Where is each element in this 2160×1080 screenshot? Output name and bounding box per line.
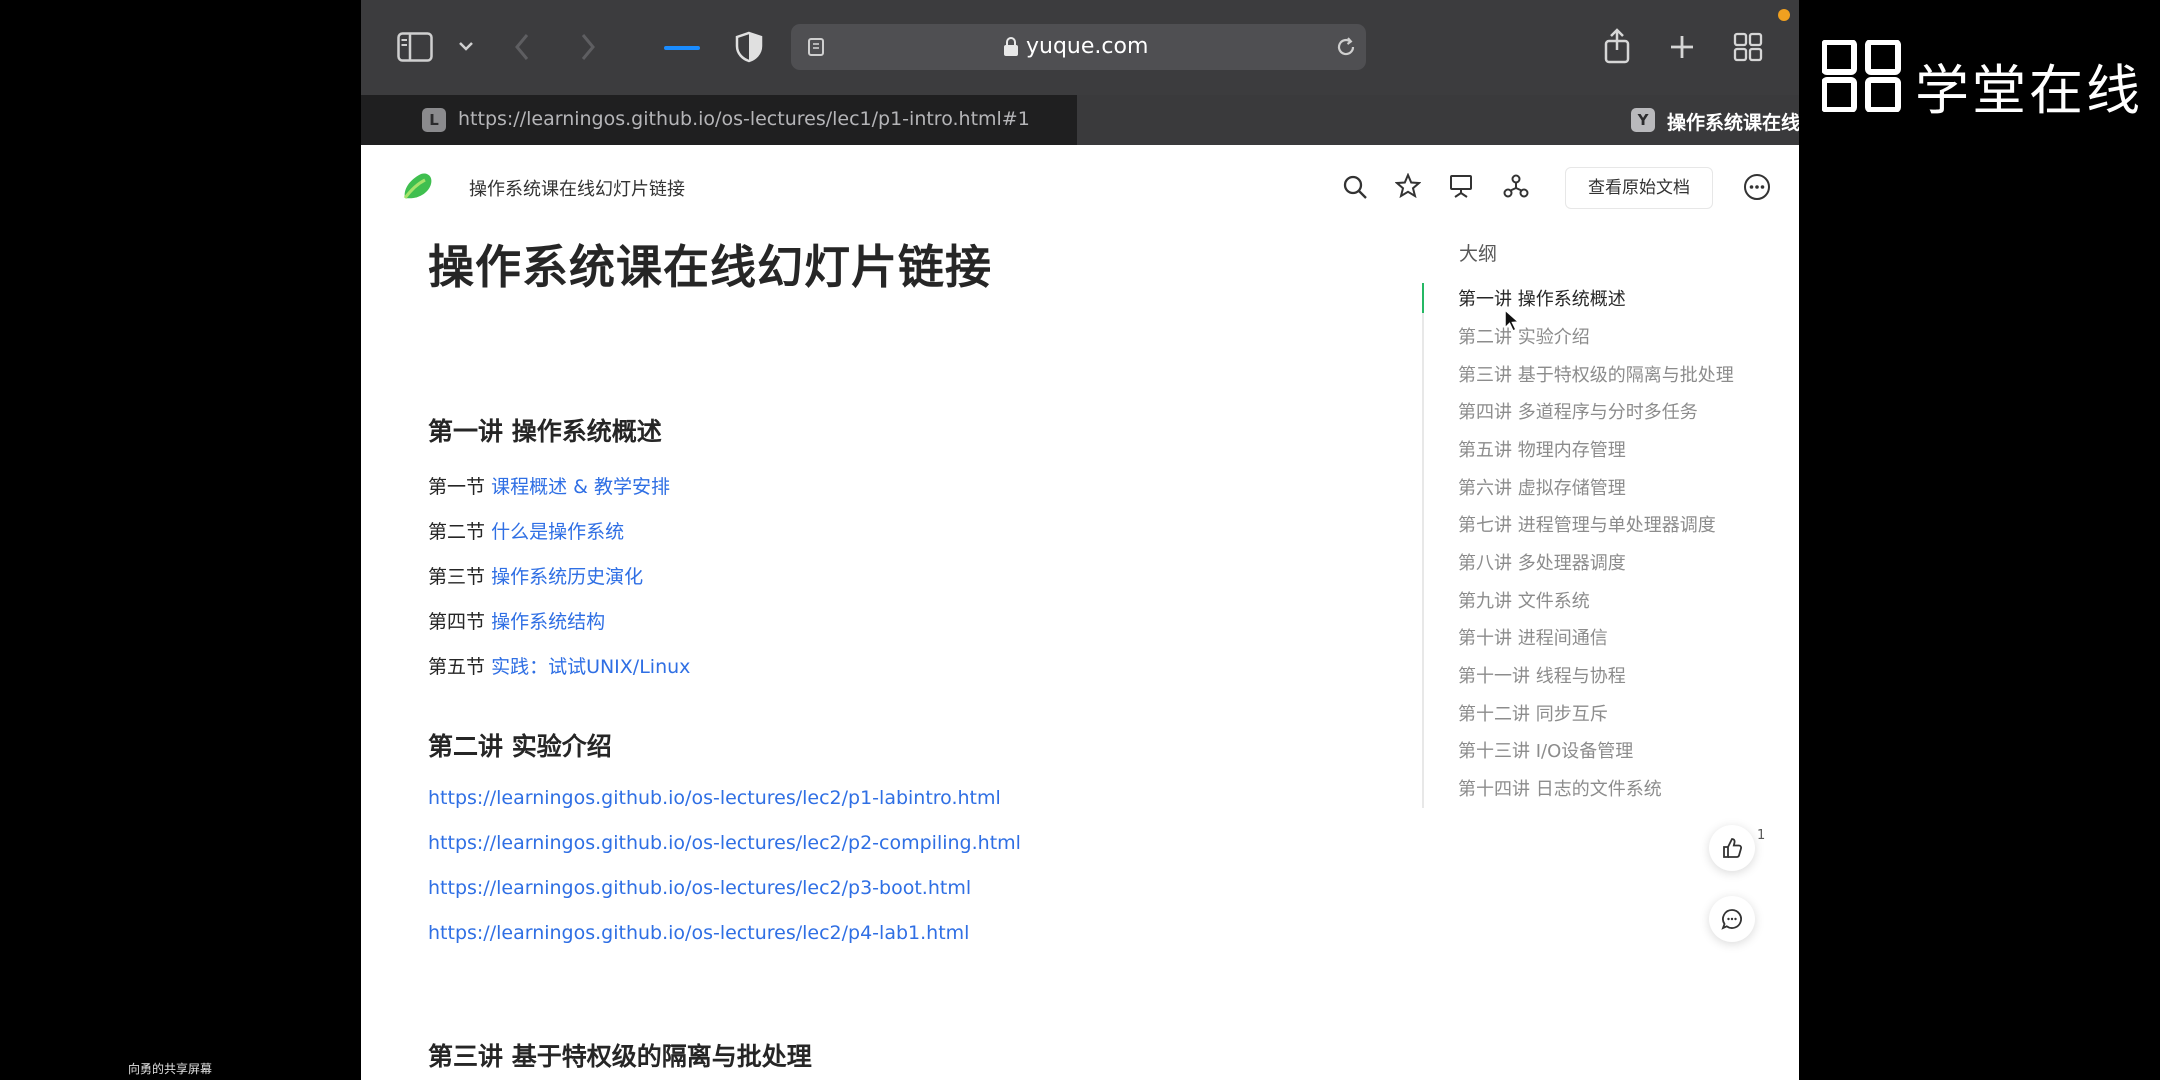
new-tab-plus-icon[interactable]: [1669, 34, 1695, 60]
url-link[interactable]: https://learningos.github.io/os-lectures…: [428, 877, 971, 899]
like-button[interactable]: [1709, 825, 1755, 871]
outline-item[interactable]: 第四讲 多道程序与分时多任务: [1458, 398, 1698, 424]
outline-heading: 大纲: [1459, 243, 1498, 265]
outline-item[interactable]: 第十一讲 线程与协程: [1458, 662, 1626, 688]
more-icon[interactable]: [1743, 173, 1771, 201]
section-heading: 第二讲 实验介绍: [428, 732, 612, 761]
tab-yuque[interactable]: Y 操作系统课在线幻灯片链接 · 语雀: [1077, 95, 1799, 145]
chevron-down-icon[interactable]: [458, 40, 474, 52]
recording-dot-icon: [1777, 8, 1791, 22]
address-text: yuque.com: [1026, 34, 1149, 59]
lecture-link[interactable]: 什么是操作系统: [491, 521, 624, 543]
tab-title: 操作系统课在线幻灯片链接 · 语雀: [1667, 112, 1799, 134]
outline-item[interactable]: 第十三讲 I/O设备管理: [1458, 737, 1633, 763]
star-icon[interactable]: [1395, 173, 1421, 199]
lecture-link[interactable]: 操作系统结构: [491, 611, 605, 633]
outline-track: [1422, 283, 1424, 808]
lecture-link[interactable]: 操作系统历史演化: [491, 566, 643, 588]
yuque-logo-icon[interactable]: [401, 170, 437, 202]
list-item: 第四节 操作系统结构: [428, 607, 605, 634]
graph-icon[interactable]: [1503, 173, 1529, 199]
thumbs-up-icon: [1721, 837, 1743, 859]
shield-icon[interactable]: [735, 31, 763, 63]
share-icon[interactable]: [1602, 28, 1632, 64]
outline-item[interactable]: 第七讲 进程管理与单处理器调度: [1458, 511, 1716, 537]
share-left-pane: [0, 0, 121, 1080]
lecture-link[interactable]: 课程概述 & 教学安排: [491, 476, 670, 498]
forward-arrow-icon[interactable]: [579, 32, 597, 62]
lecture-link[interactable]: 实践：试试UNIX/Linux: [491, 656, 690, 678]
item-prefix: 第四节: [428, 611, 486, 633]
section-heading: 第三讲 基于特权级的隔离与批处理: [428, 1042, 812, 1071]
url-link[interactable]: https://learningos.github.io/os-lectures…: [428, 922, 969, 944]
tab-favicon: Y: [1631, 108, 1655, 132]
yuque-page: 操作系统课在线幻灯片链接 查看原始文档 操作系统课在线幻灯片链接 第一讲 操作系…: [361, 145, 1799, 1080]
comment-icon: [1721, 908, 1743, 930]
outline-item[interactable]: 第五讲 物理内存管理: [1458, 436, 1626, 462]
outline-active-indicator: [1422, 283, 1424, 313]
list-item: 第三节 操作系统历史演化: [428, 562, 643, 589]
outline-item[interactable]: 第九讲 文件系统: [1458, 587, 1590, 613]
page-menu-icon[interactable]: [807, 37, 825, 57]
outline-item[interactable]: 第十二讲 同步互斥: [1458, 700, 1608, 726]
present-icon[interactable]: [1449, 173, 1473, 199]
address-bar[interactable]: yuque.com: [791, 24, 1366, 70]
outline-item[interactable]: 第十讲 进程间通信: [1458, 624, 1608, 650]
extension-indicator-icon[interactable]: [664, 46, 700, 51]
browser-toolbar: yuque.com: [361, 0, 1799, 95]
tab-overview-icon[interactable]: [1733, 32, 1763, 62]
mouse-cursor-icon: [1503, 308, 1521, 334]
tab-lec1[interactable]: L https://learningos.github.io/os-lectur…: [361, 95, 1077, 145]
tab-bar: L https://learningos.github.io/os-lectur…: [361, 95, 1799, 145]
outline-item[interactable]: 第十四讲 日志的文件系统: [1458, 775, 1662, 801]
outline-item[interactable]: 第一讲 操作系统概述: [1458, 285, 1626, 311]
lock-icon: [1003, 37, 1019, 57]
tab-favicon: L: [422, 108, 446, 132]
url-link[interactable]: https://learningos.github.io/os-lectures…: [428, 832, 1021, 854]
reload-icon[interactable]: [1335, 36, 1357, 58]
list-item: 第五节 实践：试试UNIX/Linux: [428, 652, 690, 679]
open-original-button[interactable]: 查看原始文档: [1565, 167, 1713, 209]
back-arrow-icon[interactable]: [513, 32, 531, 62]
item-prefix: 第三节: [428, 566, 486, 588]
outline-item[interactable]: 第八讲 多处理器调度: [1458, 549, 1626, 575]
outline-item[interactable]: 第二讲 实验介绍: [1458, 323, 1590, 349]
list-item: 第一节 课程概述 & 教学安排: [428, 472, 670, 499]
comment-button[interactable]: [1709, 896, 1755, 942]
search-icon[interactable]: [1342, 174, 1368, 200]
like-count: 1: [1757, 828, 1766, 843]
share-caption: 向勇的共享屏幕: [128, 1062, 213, 1076]
outline-item[interactable]: 第三讲 基于特权级的隔离与批处理: [1458, 361, 1734, 387]
document-title: 操作系统课在线幻灯片链接: [428, 240, 992, 294]
section-heading: 第一讲 操作系统概述: [428, 417, 662, 446]
brand-name: 学堂在线: [1915, 59, 2143, 122]
tab-title: https://learningos.github.io/os-lectures…: [458, 108, 1030, 130]
breadcrumb[interactable]: 操作系统课在线幻灯片链接: [469, 175, 685, 201]
url-link[interactable]: https://learningos.github.io/os-lectures…: [428, 787, 1001, 809]
sidebar-toggle-icon[interactable]: [397, 32, 433, 62]
xuetang-logo-icon: [1822, 40, 1902, 112]
browser-window: yuque.com L https://learningos.github.io…: [361, 0, 1799, 1080]
outline-item[interactable]: 第六讲 虚拟存储管理: [1458, 474, 1626, 500]
item-prefix: 第一节: [428, 476, 486, 498]
list-item: 第二节 什么是操作系统: [428, 517, 624, 544]
item-prefix: 第二节: [428, 521, 486, 543]
item-prefix: 第五节: [428, 656, 486, 678]
